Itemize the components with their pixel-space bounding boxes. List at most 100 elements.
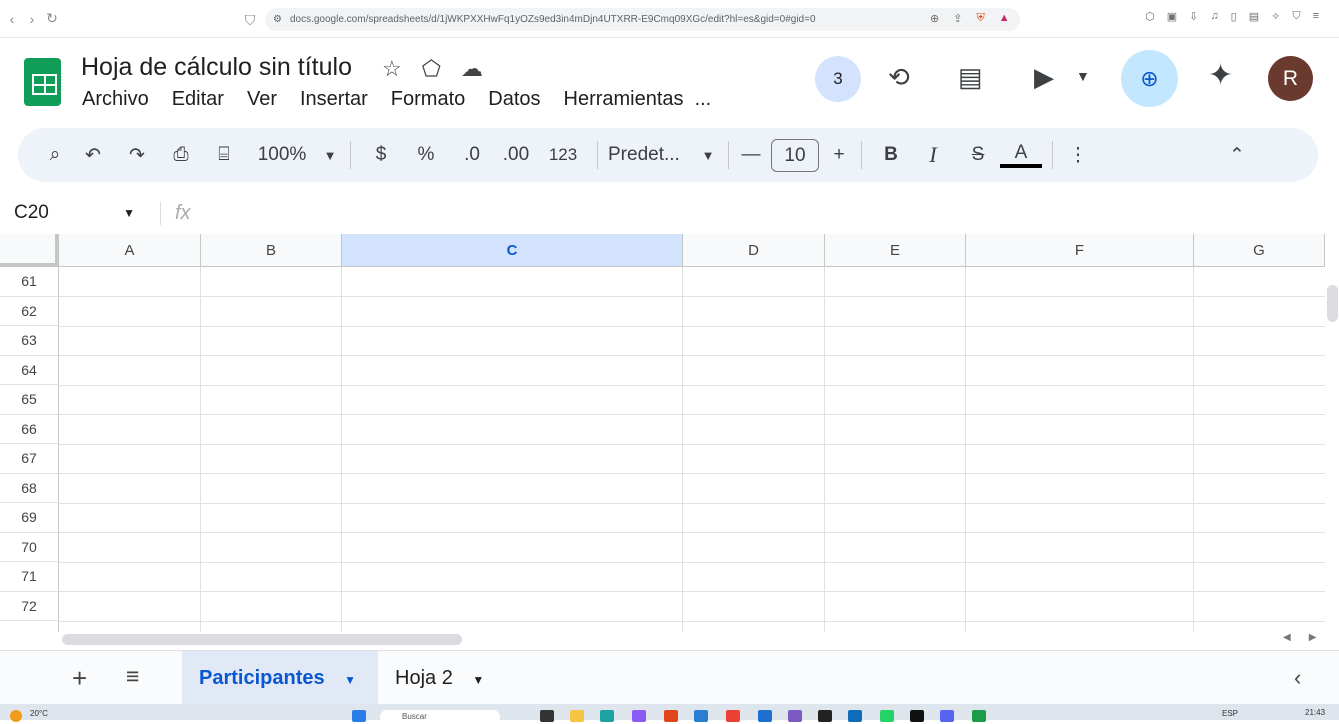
chevron-left-icon[interactable]: ‹ bbox=[1294, 665, 1301, 691]
whatsapp-icon[interactable] bbox=[880, 710, 894, 722]
github-icon[interactable] bbox=[910, 710, 924, 722]
browser-menu-icon[interactable]: ≡ bbox=[1313, 10, 1319, 23]
row-header[interactable]: 64 bbox=[0, 355, 59, 385]
row-header[interactable]: 70 bbox=[0, 532, 59, 562]
decrease-decimal-button[interactable]: .0 bbox=[451, 144, 493, 166]
avatar[interactable]: R bbox=[1268, 56, 1313, 101]
italic-button[interactable]: I bbox=[910, 142, 956, 168]
gemini-icon[interactable]: ✦ bbox=[1208, 58, 1233, 93]
menu-insertar[interactable]: Insertar bbox=[300, 88, 368, 111]
zoom-icon[interactable]: ⊕ bbox=[930, 12, 939, 25]
brave-shield-icon[interactable]: ⛨ bbox=[976, 12, 984, 25]
font-select[interactable]: Predet... bbox=[608, 144, 698, 166]
print-icon[interactable]: ⎙ bbox=[158, 144, 204, 166]
select-all-corner[interactable] bbox=[0, 234, 59, 267]
row-header[interactable]: 71 bbox=[0, 562, 59, 592]
vpn-icon[interactable]: ⛉ bbox=[1292, 10, 1300, 23]
share-icon[interactable]: ⇪ bbox=[953, 12, 962, 25]
spreadsheet-grid[interactable]: A B C D E F G 61 62 63 64 65 66 67 68 69… bbox=[0, 234, 1325, 632]
row-header[interactable]: 69 bbox=[0, 503, 59, 533]
menu-datos[interactable]: Datos bbox=[488, 88, 540, 111]
download-icon[interactable]: ⇩ bbox=[1189, 10, 1198, 23]
document-title[interactable]: Hoja de cálculo sin título bbox=[81, 53, 352, 82]
row-header-partial[interactable] bbox=[0, 621, 59, 632]
redo-icon[interactable]: ↷ bbox=[116, 144, 158, 167]
more-options-icon[interactable]: ⋮ bbox=[1063, 144, 1093, 167]
zoom-select[interactable]: 100% bbox=[244, 144, 320, 166]
comments-icon[interactable]: ▤ bbox=[958, 62, 983, 93]
task-view-icon[interactable] bbox=[540, 710, 554, 722]
wallet-icon[interactable]: ▤ bbox=[1249, 10, 1259, 23]
currency-button[interactable]: $ bbox=[361, 144, 401, 166]
menu-herramientas[interactable]: Herramientas bbox=[564, 88, 684, 111]
forward-icon[interactable]: › bbox=[22, 11, 42, 27]
menu-formato[interactable]: Formato bbox=[391, 88, 465, 111]
name-box[interactable]: C20 ▼ bbox=[0, 202, 135, 224]
percent-button[interactable]: % bbox=[401, 144, 451, 166]
row-header[interactable]: 62 bbox=[0, 296, 59, 326]
sheets-logo-icon[interactable] bbox=[24, 58, 61, 106]
menu-archivo[interactable]: Archivo bbox=[82, 88, 149, 111]
row-header[interactable]: 61 bbox=[0, 267, 59, 297]
weather-icon[interactable] bbox=[10, 710, 22, 722]
row-header[interactable]: 68 bbox=[0, 473, 59, 503]
zoom-dropdown-icon[interactable]: ▼ bbox=[320, 148, 340, 163]
tab-hoja-2[interactable]: Hoja 2 ▼ bbox=[395, 651, 484, 705]
copilot-icon[interactable] bbox=[632, 710, 646, 722]
bold-button[interactable]: B bbox=[872, 144, 910, 166]
row-header[interactable]: 72 bbox=[0, 591, 59, 621]
screenshot-icon[interactable]: ▣ bbox=[1167, 10, 1177, 23]
back-icon[interactable]: ‹ bbox=[2, 11, 22, 27]
increase-font-size-icon[interactable]: + bbox=[827, 144, 851, 166]
mail-icon[interactable] bbox=[848, 710, 862, 722]
search-icon[interactable]: ⌕ bbox=[40, 144, 70, 166]
column-header-g[interactable]: G bbox=[1194, 234, 1325, 267]
menu-editar[interactable]: Editar bbox=[172, 88, 224, 111]
chrome-icon[interactable] bbox=[726, 710, 740, 722]
tab-dropdown-icon[interactable]: ▼ bbox=[344, 673, 356, 687]
presence-count-badge[interactable]: 3 bbox=[815, 56, 861, 102]
column-header-a[interactable]: A bbox=[59, 234, 201, 267]
menu-more[interactable]: ... bbox=[695, 88, 712, 111]
bookmark-icon[interactable]: ⛉ bbox=[240, 12, 260, 29]
share-button[interactable]: ⊕ bbox=[1121, 50, 1178, 107]
move-to-drive-icon[interactable]: ⬠ bbox=[422, 56, 441, 82]
brave-rewards-icon[interactable]: ▲ bbox=[999, 12, 1010, 25]
collapse-toolbar-icon[interactable]: ⌃ bbox=[1217, 144, 1257, 167]
decrease-font-size-icon[interactable]: — bbox=[739, 144, 763, 166]
vs-icon[interactable] bbox=[788, 710, 802, 722]
meet-icon[interactable]: ▶ bbox=[1034, 62, 1054, 93]
star-icon[interactable]: ☆ bbox=[382, 56, 402, 82]
taskbar-search[interactable]: Buscar bbox=[380, 710, 500, 724]
text-color-button[interactable]: A bbox=[1000, 142, 1042, 168]
strikethrough-icon[interactable]: S bbox=[956, 144, 1000, 166]
brave-icon[interactable] bbox=[664, 710, 678, 722]
windows-start-icon[interactable] bbox=[352, 710, 366, 722]
file-explorer-icon[interactable] bbox=[570, 710, 584, 722]
row-header[interactable]: 63 bbox=[0, 326, 59, 356]
horizontal-scrollbar[interactable] bbox=[62, 634, 462, 645]
more-formats-button[interactable]: 123 bbox=[539, 145, 587, 165]
sidebar-icon[interactable]: ▯ bbox=[1231, 10, 1237, 23]
leo-icon[interactable]: ✧ bbox=[1271, 10, 1280, 23]
store-icon[interactable] bbox=[758, 710, 772, 722]
increase-decimal-button[interactable]: .00 bbox=[493, 144, 539, 166]
font-dropdown-icon[interactable]: ▼ bbox=[698, 148, 718, 163]
language-indicator[interactable]: ESP bbox=[1222, 709, 1238, 718]
column-header-d[interactable]: D bbox=[683, 234, 825, 267]
reload-icon[interactable]: ↻ bbox=[42, 10, 62, 27]
address-bar[interactable]: ⚙ docs.google.com/spreadsheets/d/1jWKPXX… bbox=[265, 8, 1020, 31]
font-size-input[interactable]: 10 bbox=[771, 138, 819, 172]
row-header[interactable]: 65 bbox=[0, 385, 59, 415]
vertical-scrollbar[interactable] bbox=[1327, 285, 1338, 322]
meet-dropdown-icon[interactable]: ▼ bbox=[1076, 68, 1090, 84]
menu-ver[interactable]: Ver bbox=[247, 88, 277, 111]
tab-dropdown-icon[interactable]: ▼ bbox=[472, 673, 484, 687]
column-header-b[interactable]: B bbox=[201, 234, 342, 267]
all-sheets-icon[interactable]: ≡ bbox=[126, 663, 139, 690]
vscode-icon[interactable] bbox=[694, 710, 708, 722]
row-header[interactable]: 67 bbox=[0, 444, 59, 474]
cloud-saved-icon[interactable]: ☁ bbox=[461, 56, 483, 82]
column-header-f[interactable]: F bbox=[966, 234, 1194, 267]
version-history-icon[interactable]: ⟲ bbox=[888, 62, 910, 93]
